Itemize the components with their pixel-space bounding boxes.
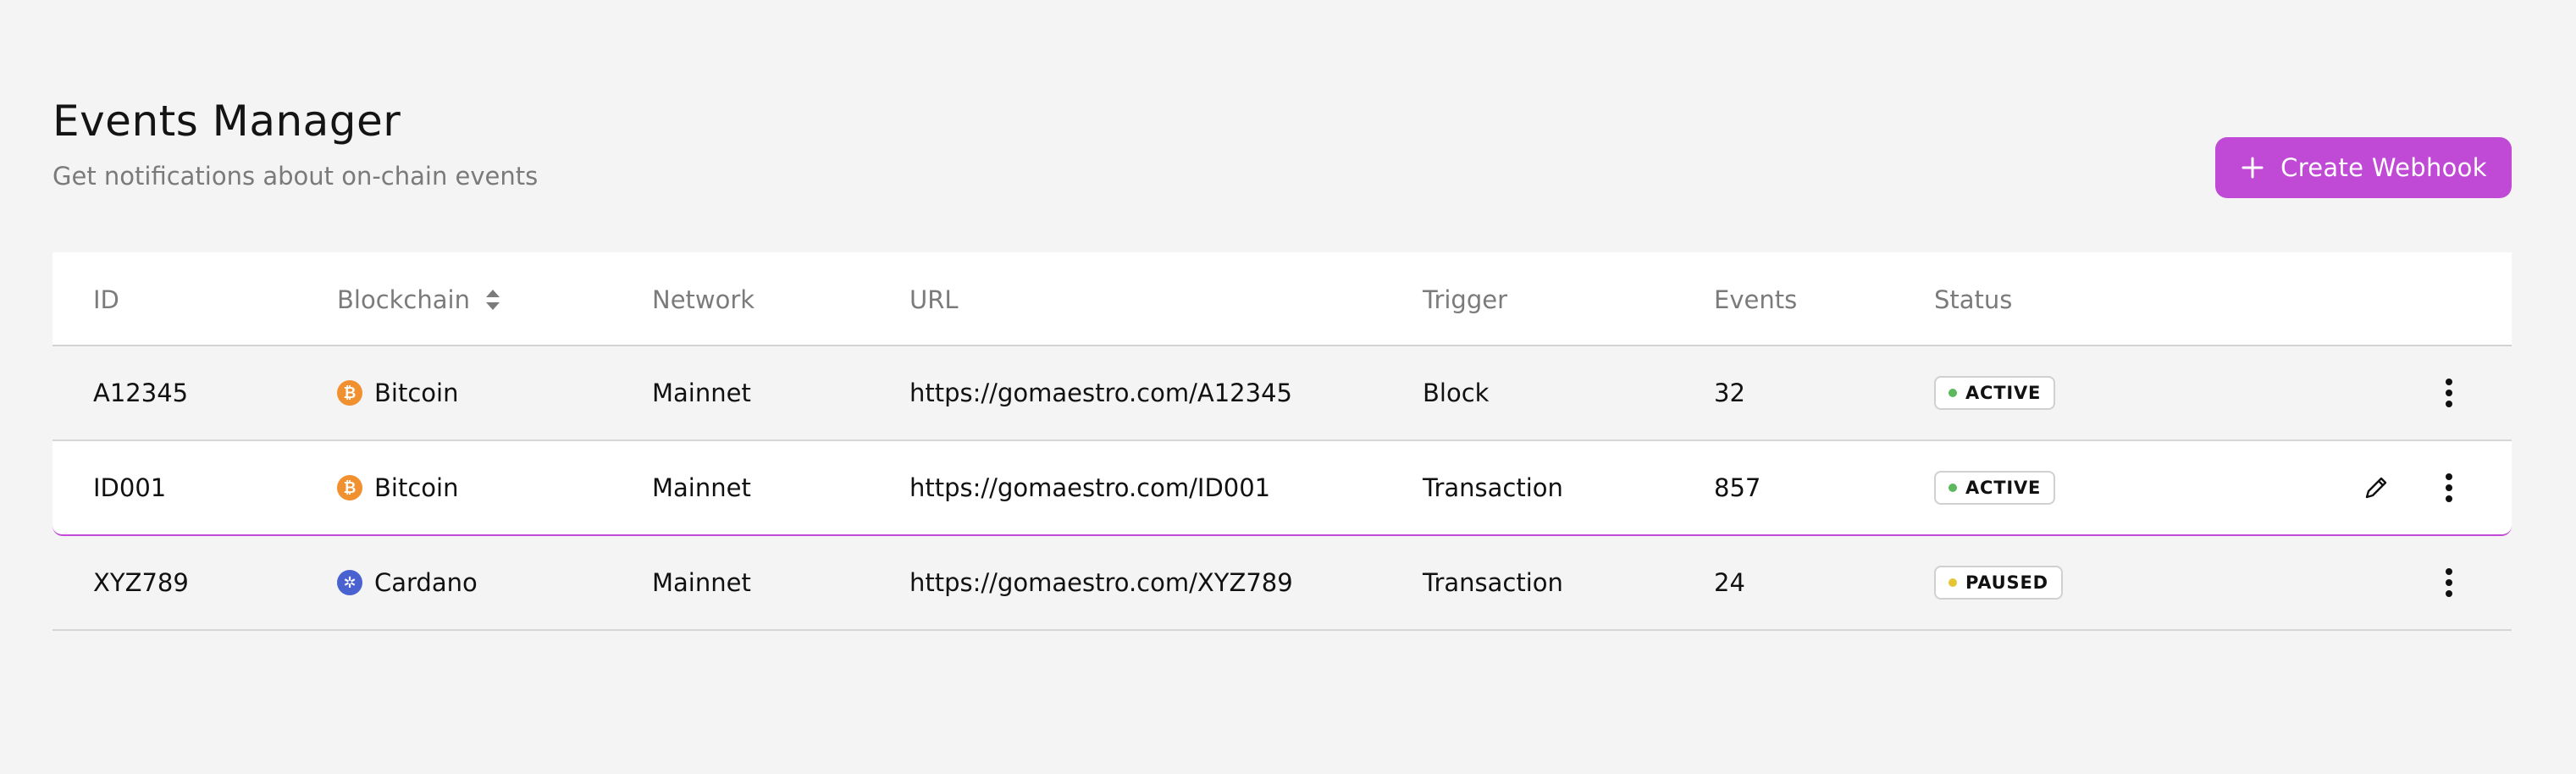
status-dot [1949,389,1957,397]
cardano-icon: ✲ [337,570,362,595]
cell-status: ACTIVE [1934,346,2056,440]
table-header: ID Blockchain Network URL Trigger Events… [53,252,2512,346]
status-label: PAUSED [1965,572,2048,593]
status-label: ACTIVE [1965,383,2042,403]
column-header-events[interactable]: Events [1714,252,1797,346]
more-vertical-icon [2446,473,2452,502]
status-dot [1949,578,1957,587]
bitcoin-icon: ₿ [337,380,362,406]
cell-url: https://gomaestro.com/ID001 [909,473,1271,502]
cell-trigger: Transaction [1423,568,1563,597]
cell-blockchain: ₿ Bitcoin [337,441,458,534]
table-row[interactable]: ID001 ₿ Bitcoin Mainnet https://gomaestr… [53,441,2512,536]
blockchain-name: Bitcoin [374,379,459,407]
cell-blockchain: ₿ Bitcoin [337,346,458,440]
more-vertical-icon [2446,379,2452,407]
more-options-button[interactable] [2430,346,2468,440]
status-badge: PAUSED [1934,566,2063,600]
webhooks-table: ID Blockchain Network URL Trigger Events… [53,252,2512,631]
status-dot [1949,484,1957,492]
cell-url: https://gomaestro.com/XYZ789 [909,568,1293,597]
page-subtitle: Get notifications about on-chain events [53,162,539,191]
column-header-blockchain[interactable]: Blockchain [337,252,502,346]
more-options-button[interactable] [2430,536,2468,629]
cell-trigger: Transaction [1423,473,1563,502]
column-header-url[interactable]: URL [909,252,959,346]
status-badge: ACTIVE [1934,471,2056,505]
cell-status: PAUSED [1934,536,2063,629]
bitcoin-icon: ₿ [337,475,362,500]
column-header-trigger[interactable]: Trigger [1423,252,1507,346]
cell-id: XYZ789 [93,568,189,597]
column-header-status[interactable]: Status [1934,252,2012,346]
pencil-icon [2365,477,2387,499]
status-badge: ACTIVE [1934,376,2056,410]
cell-events: 857 [1714,473,1761,502]
table-row[interactable]: XYZ789 ✲ Cardano Mainnet https://gomaest… [53,536,2512,631]
cell-id: A12345 [93,379,189,407]
edit-button[interactable] [2358,441,2395,534]
column-header-network[interactable]: Network [652,252,755,346]
more-options-button[interactable] [2430,441,2468,534]
cell-trigger: Block [1423,379,1490,407]
create-webhook-button[interactable]: Create Webhook [2215,137,2512,198]
column-header-blockchain-label: Blockchain [337,285,470,314]
page-header: Events Manager Get notifications about o… [53,91,538,193]
cell-events: 32 [1714,379,1745,407]
create-webhook-label: Create Webhook [2280,153,2487,182]
more-vertical-icon [2446,568,2452,597]
column-header-id[interactable]: ID [93,252,119,346]
table-row[interactable]: A12345 ₿ Bitcoin Mainnet https://gomaest… [53,346,2512,441]
cell-network: Mainnet [652,568,751,597]
plus-icon [2242,157,2264,179]
cell-url: https://gomaestro.com/A12345 [909,379,1292,407]
cell-network: Mainnet [652,473,751,502]
cell-events: 24 [1714,568,1745,597]
cell-network: Mainnet [652,379,751,407]
cell-id: ID001 [93,473,167,502]
page-title: Events Manager [53,97,401,146]
status-label: ACTIVE [1965,478,2042,498]
cell-status: ACTIVE [1934,441,2056,534]
sort-icon[interactable] [484,287,502,312]
blockchain-name: Cardano [374,568,478,597]
cell-blockchain: ✲ Cardano [337,536,478,629]
blockchain-name: Bitcoin [374,473,459,502]
